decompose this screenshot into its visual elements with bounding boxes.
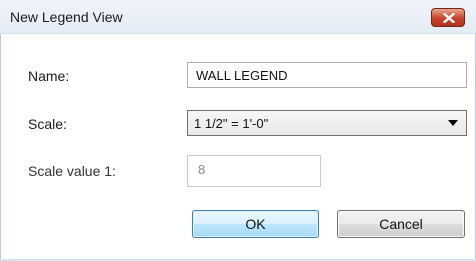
scale-dropdown[interactable]: 1 1/2" = 1'-0" <box>187 110 467 136</box>
scale-value-field: 8 <box>187 155 321 187</box>
scale-label: Scale: <box>28 116 67 132</box>
scale-value-label: Scale value 1: <box>28 163 116 179</box>
dialog-title: New Legend View <box>10 9 123 25</box>
title-bar[interactable]: New Legend View <box>0 0 476 34</box>
chevron-down-icon <box>448 120 458 126</box>
ok-button[interactable]: OK <box>192 210 319 238</box>
name-input[interactable] <box>187 62 467 88</box>
close-icon <box>443 13 455 23</box>
cancel-button[interactable]: Cancel <box>337 210 465 238</box>
close-button[interactable] <box>431 8 465 27</box>
new-legend-view-dialog: New Legend View Name: Scale: 1 1/2" = 1'… <box>0 0 476 261</box>
name-label: Name: <box>28 68 70 84</box>
window-border-left <box>0 34 1 261</box>
scale-selected-value: 1 1/2" = 1'-0" <box>194 116 269 131</box>
